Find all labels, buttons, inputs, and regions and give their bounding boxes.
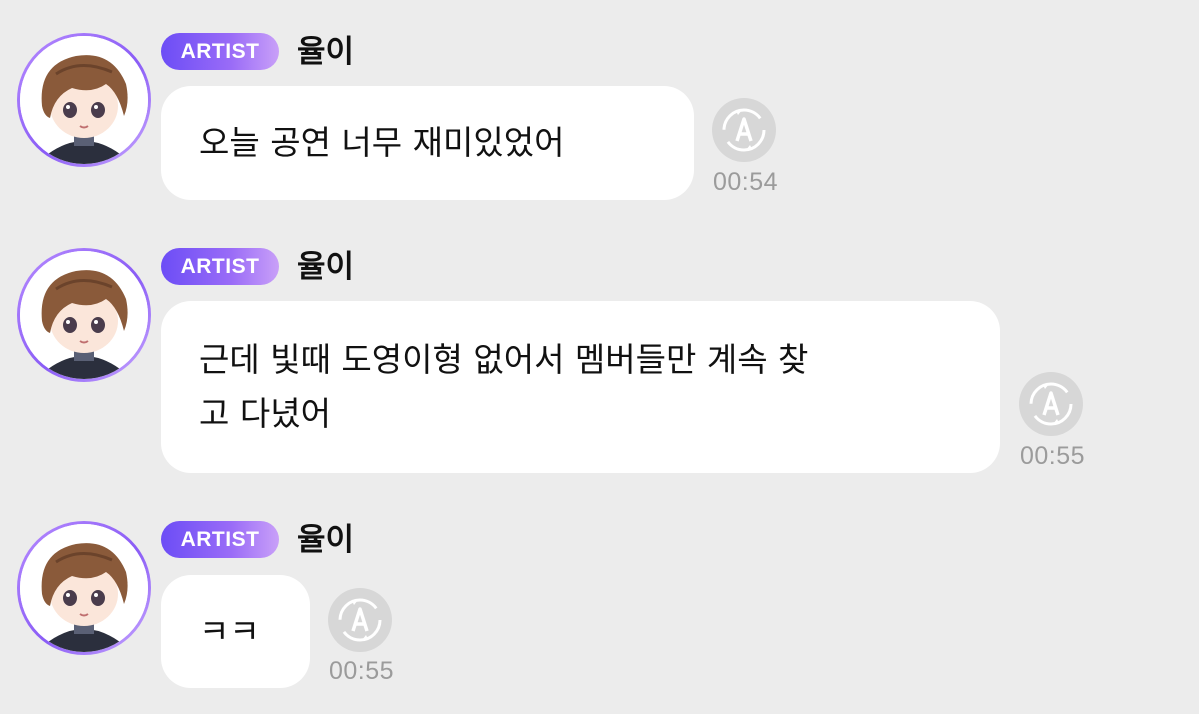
- translate-button[interactable]: [712, 98, 776, 162]
- artist-badge: ARTIST: [161, 33, 279, 70]
- artist-badge: ARTIST: [161, 521, 279, 558]
- timestamp: 00:55: [1020, 442, 1086, 470]
- sender-name: 율이: [297, 249, 355, 285]
- avatar[interactable]: [17, 33, 151, 167]
- translate-button[interactable]: [1019, 372, 1083, 436]
- artist-badge: ARTIST: [161, 248, 279, 285]
- translate-icon: [1029, 382, 1073, 426]
- message-bubble[interactable]: 오늘 공연 너무 재미있었어: [161, 86, 694, 200]
- avatar-image: [20, 251, 148, 379]
- translate-button[interactable]: [328, 588, 392, 652]
- message-bubble[interactable]: ㅋㅋ: [161, 575, 310, 688]
- sender-name: 율이: [297, 522, 355, 558]
- timestamp: 00:54: [713, 168, 779, 196]
- avatar[interactable]: [17, 248, 151, 382]
- avatar-image: [20, 524, 148, 652]
- translate-icon: [722, 108, 766, 152]
- avatar[interactable]: [17, 521, 151, 655]
- timestamp: 00:55: [329, 657, 395, 685]
- sender-name: 율이: [297, 34, 355, 70]
- message-bubble[interactable]: 근데 빛때 도영이형 없어서 멤버들만 계속 찾 고 다녔어: [161, 301, 1000, 473]
- translate-icon: [338, 598, 382, 642]
- avatar-image: [20, 36, 148, 164]
